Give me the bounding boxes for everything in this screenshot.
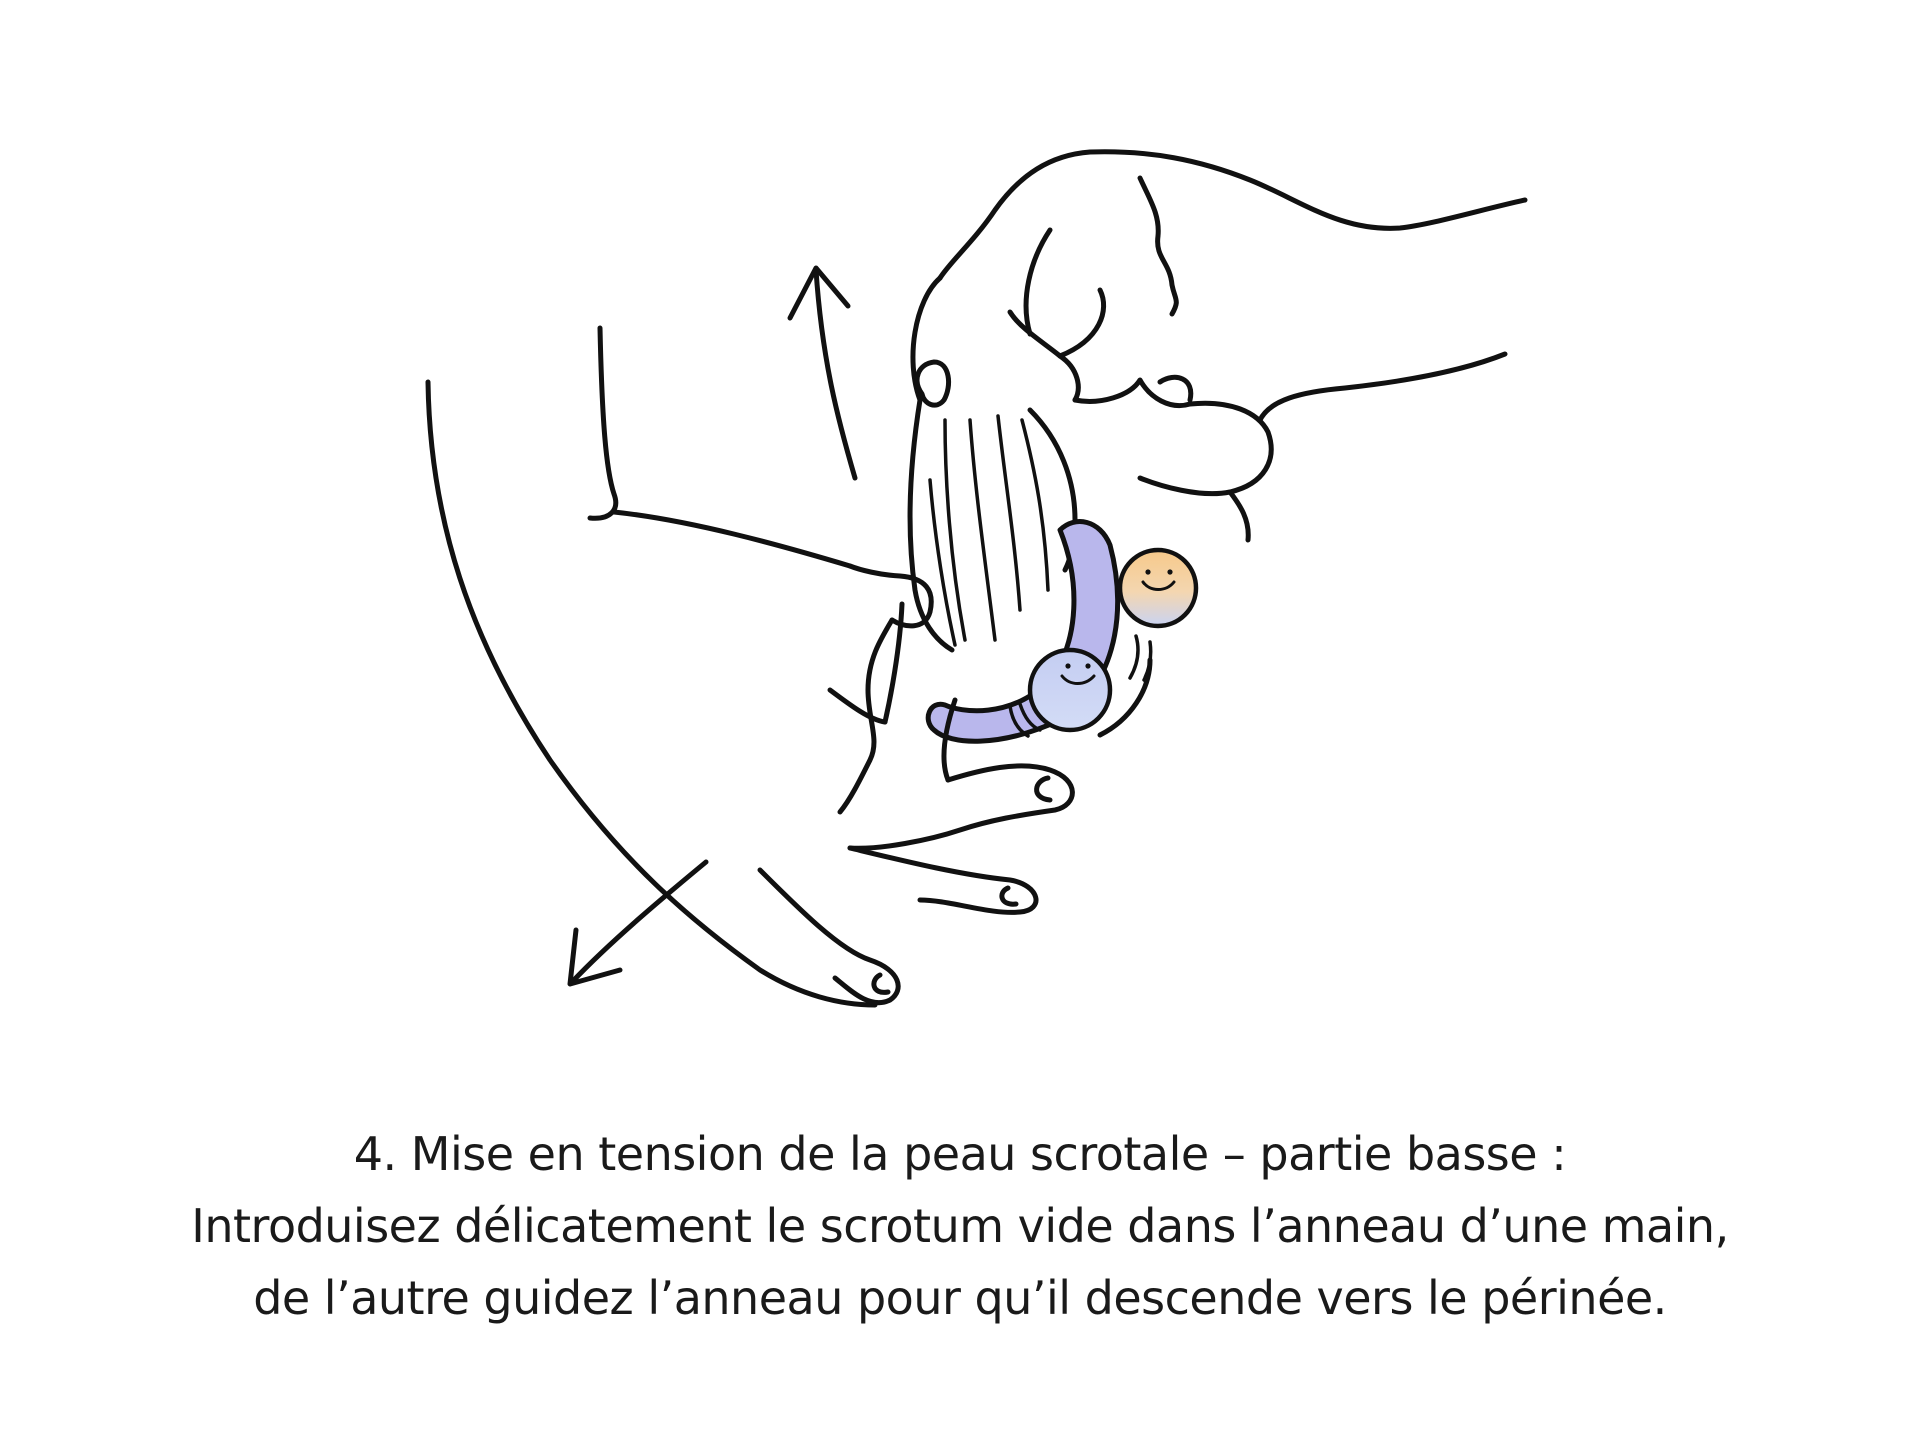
caption-line-1: 4. Mise en tension de la peau scrotale –… [353,1127,1567,1181]
upward-arrow [787,265,858,481]
caption-line-3: de l’autre guidez l’anneau pour qu’il de… [253,1271,1667,1325]
ball-blue-smiley [1027,647,1113,733]
caption: 4. Mise en tension de la peau scrotale –… [0,1118,1920,1334]
body-outline [425,325,878,1008]
ball-orange-smiley [1117,547,1199,629]
downward-left-arrow [567,859,709,987]
lower-hand [757,563,1075,1006]
scrotum [907,397,1078,653]
caption-line-2: Introduisez délicatement le scrotum vide… [191,1199,1729,1253]
